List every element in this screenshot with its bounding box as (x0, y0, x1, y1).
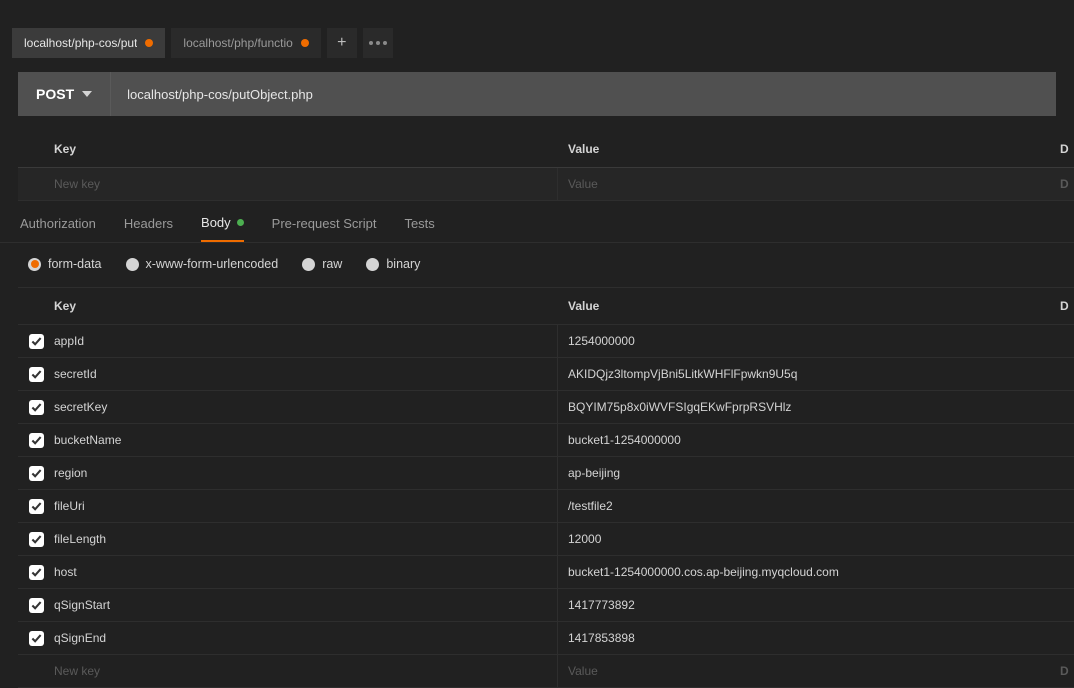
row-value[interactable]: /testfile2 (558, 499, 1054, 513)
form-data-header: Key Value D (18, 287, 1074, 325)
radio-form-data[interactable]: form-data (28, 257, 102, 271)
request-sub-tabs: Authorization Headers Body Pre-request S… (0, 201, 1074, 242)
chevron-down-icon (82, 91, 92, 97)
table-row: hostbucket1-1254000000.cos.ap-beijing.my… (18, 556, 1074, 589)
row-checkbox[interactable] (29, 367, 44, 382)
row-value[interactable]: 1417773892 (558, 598, 1054, 612)
row-key[interactable]: host (54, 556, 558, 588)
row-value[interactable]: 1254000000 (558, 334, 1054, 348)
new-key-input[interactable]: New key (54, 168, 558, 200)
row-key[interactable]: qSignEnd (54, 622, 558, 654)
row-checkbox[interactable] (29, 631, 44, 646)
table-row: regionap-beijing (18, 457, 1074, 490)
table-row: qSignEnd1417853898 (18, 622, 1074, 655)
new-key-input[interactable]: New key (54, 655, 558, 687)
radio-icon (302, 258, 315, 271)
radio-raw[interactable]: raw (302, 257, 342, 271)
header-desc: D (1054, 142, 1074, 156)
radio-urlencoded[interactable]: x-www-form-urlencoded (126, 257, 279, 271)
params-table: Key Value D New key Value D (18, 130, 1074, 201)
url-value: localhost/php-cos/putObject.php (127, 87, 313, 102)
tab-label: localhost/php-cos/put (24, 36, 137, 50)
row-key[interactable]: fileUri (54, 490, 558, 522)
tab-label: localhost/php/functio (183, 36, 292, 50)
new-value-input[interactable]: Value (558, 177, 1054, 191)
active-indicator-icon (237, 219, 244, 226)
tab-active[interactable]: localhost/php-cos/put (12, 28, 165, 58)
table-row: secretKeyBQYIM75p8x0iWVFSIgqEKwFprpRSVHl… (18, 391, 1074, 424)
row-value[interactable]: 1417853898 (558, 631, 1054, 645)
plus-icon: + (337, 35, 346, 51)
row-key[interactable]: fileLength (54, 523, 558, 555)
radio-icon (366, 258, 379, 271)
params-new-row[interactable]: New key Value D (18, 168, 1074, 201)
form-data-new-row[interactable]: New key Value D (18, 655, 1074, 688)
method-select[interactable]: POST (18, 72, 111, 116)
row-checkbox[interactable] (29, 466, 44, 481)
method-label: POST (36, 86, 74, 102)
tab-options-button[interactable] (363, 28, 393, 58)
row-checkbox[interactable] (29, 532, 44, 547)
ellipsis-icon (369, 41, 387, 45)
row-checkbox[interactable] (29, 433, 44, 448)
unsaved-dot-icon (301, 39, 309, 47)
new-desc-input[interactable]: D (1054, 177, 1074, 191)
request-bar: POST localhost/php-cos/putObject.php (18, 72, 1056, 116)
table-row: appId1254000000 (18, 325, 1074, 358)
tab-headers[interactable]: Headers (124, 216, 173, 241)
row-value[interactable]: AKIDQjz3ltompVjBni5LitkWHFlFpwkn9U5q (558, 367, 1054, 381)
row-value[interactable]: BQYIM75p8x0iWVFSIgqEKwFprpRSVHlz (558, 400, 1054, 414)
row-checkbox[interactable] (29, 499, 44, 514)
table-row: fileUri/testfile2 (18, 490, 1074, 523)
row-checkbox[interactable] (29, 598, 44, 613)
row-checkbox[interactable] (29, 334, 44, 349)
url-input[interactable]: localhost/php-cos/putObject.php (111, 72, 1056, 116)
table-row: qSignStart1417773892 (18, 589, 1074, 622)
row-key[interactable]: secretKey (54, 391, 558, 423)
tab-pre-request[interactable]: Pre-request Script (272, 216, 377, 241)
row-value[interactable]: bucket1-1254000000 (558, 433, 1054, 447)
table-row: fileLength12000 (18, 523, 1074, 556)
unsaved-dot-icon (145, 39, 153, 47)
radio-icon (28, 258, 41, 271)
row-value[interactable]: 12000 (558, 532, 1054, 546)
header-key: Key (54, 288, 558, 324)
row-key[interactable]: region (54, 457, 558, 489)
form-data-table: Key Value D appId1254000000secretIdAKIDQ… (18, 287, 1074, 688)
new-tab-button[interactable]: + (327, 28, 357, 58)
header-key: Key (54, 130, 558, 167)
radio-binary[interactable]: binary (366, 257, 420, 271)
tab-body[interactable]: Body (201, 215, 244, 242)
row-value[interactable]: ap-beijing (558, 466, 1054, 480)
table-row: secretIdAKIDQjz3ltompVjBni5LitkWHFlFpwkn… (18, 358, 1074, 391)
row-checkbox[interactable] (29, 565, 44, 580)
row-checkbox[interactable] (29, 400, 44, 415)
row-key[interactable]: secretId (54, 358, 558, 390)
tab-authorization[interactable]: Authorization (20, 216, 96, 241)
header-desc: D (1054, 299, 1074, 313)
params-header: Key Value D (18, 130, 1074, 168)
row-key[interactable]: appId (54, 325, 558, 357)
header-value: Value (558, 299, 1054, 313)
row-key[interactable]: qSignStart (54, 589, 558, 621)
radio-icon (126, 258, 139, 271)
row-value[interactable]: bucket1-1254000000.cos.ap-beijing.myqclo… (558, 565, 1054, 579)
tab-bar: localhost/php-cos/put localhost/php/func… (0, 0, 1074, 72)
tab-tests[interactable]: Tests (404, 216, 434, 241)
tab-inactive[interactable]: localhost/php/functio (171, 28, 320, 58)
body-type-selector: form-data x-www-form-urlencoded raw bina… (0, 243, 1074, 285)
header-value: Value (558, 142, 1054, 156)
new-value-input[interactable]: Value (558, 664, 1054, 678)
table-row: bucketNamebucket1-1254000000 (18, 424, 1074, 457)
row-key[interactable]: bucketName (54, 424, 558, 456)
new-desc-input[interactable]: D (1054, 664, 1074, 678)
